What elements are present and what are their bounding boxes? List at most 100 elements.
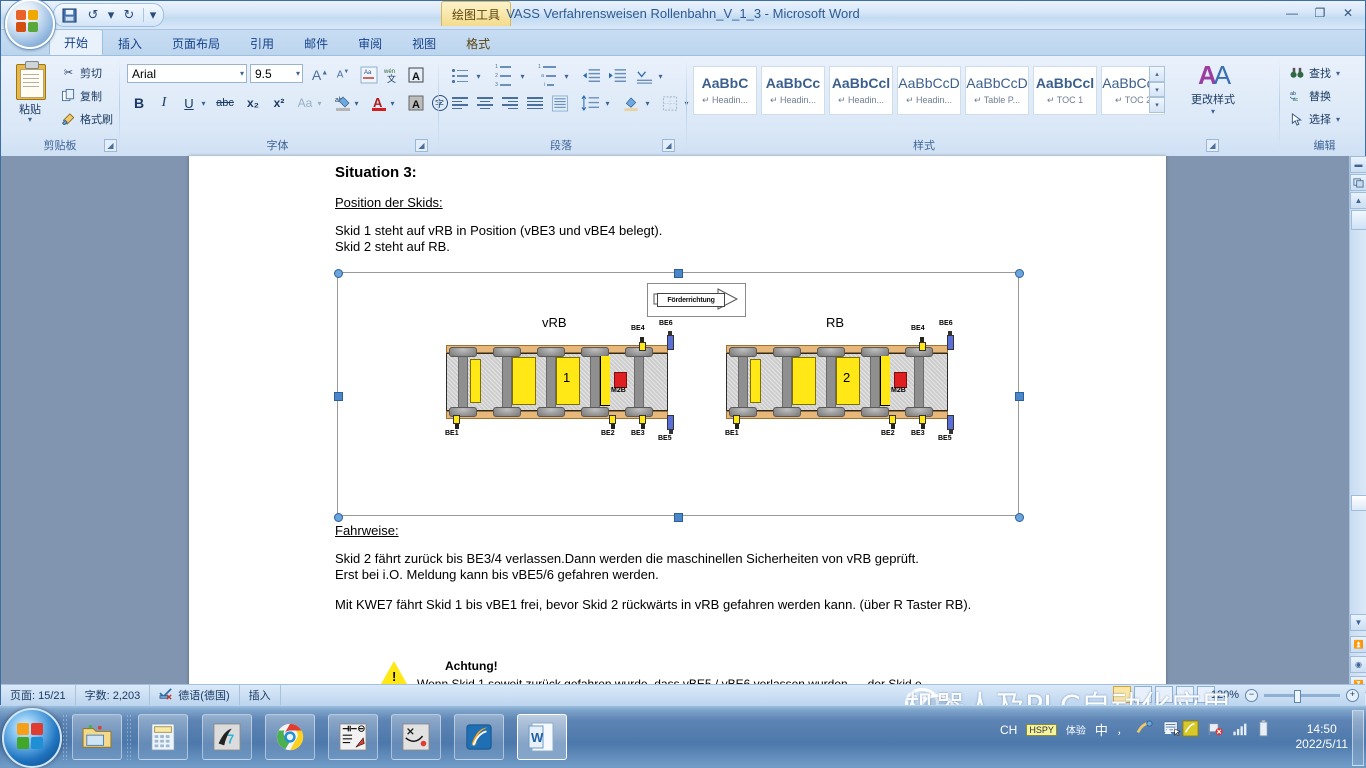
change-case-caret[interactable]: ▾ <box>313 91 326 115</box>
format-painter-button[interactable]: 格式刷 <box>57 108 117 129</box>
scrollbar-thumb[interactable] <box>1351 495 1366 511</box>
selection-handle-bc[interactable] <box>674 513 683 522</box>
paragraph-dialog-launcher[interactable]: ◢ <box>662 139 675 152</box>
ime-tools-icon[interactable] <box>1136 720 1154 739</box>
styles-more[interactable]: ▾ <box>1149 97 1165 114</box>
tab-mailings[interactable]: 邮件 <box>289 31 343 55</box>
vertical-scrollbar[interactable]: ▬ ▲ ▼ ⏫ ◉ ⏬ <box>1349 156 1366 707</box>
tab-page-layout[interactable]: 页面布局 <box>157 31 235 55</box>
style-item-4[interactable]: AaBbCcD ↵ Table P... <box>965 66 1029 115</box>
find-button[interactable]: 查找 ▾ <box>1285 62 1344 84</box>
style-item-5[interactable]: AaBbCcl ↵ TOC 1 <box>1033 66 1097 115</box>
character-border-button[interactable]: A <box>404 63 428 87</box>
align-left-icon[interactable] <box>447 91 473 115</box>
tab-home[interactable]: 开始 <box>49 29 104 55</box>
scroll-up-button[interactable]: ▲ <box>1350 192 1366 209</box>
style-item-3[interactable]: AaBbCcD ↵ Headin... <box>897 66 961 115</box>
taskbar-chrome-button[interactable] <box>265 714 315 760</box>
font-color-caret[interactable]: ▾ <box>386 91 399 115</box>
zoom-slider[interactable] <box>1264 689 1340 703</box>
restore-button[interactable]: ❐ <box>1307 3 1333 22</box>
shrink-font-button[interactable]: A▼ <box>331 63 355 87</box>
selection-handle-tl[interactable] <box>334 269 343 278</box>
bullet-list-icon[interactable] <box>447 64 473 88</box>
selection-handle-tc[interactable] <box>674 269 683 278</box>
clipboard-dialog-launcher[interactable]: ◢ <box>104 139 117 152</box>
style-item-1[interactable]: AaBbCc ↵ Headin... <box>761 66 825 115</box>
taskbar-onenote-button[interactable] <box>454 714 504 760</box>
taskbar-word-button[interactable]: W <box>517 714 567 760</box>
status-insert-mode[interactable]: 插入 <box>240 685 281 705</box>
styles-dialog-launcher[interactable]: ◢ <box>1206 139 1219 152</box>
italic-button[interactable]: I <box>152 91 176 115</box>
align-center-icon[interactable] <box>472 91 498 115</box>
quicklaunch-grip-2[interactable] <box>126 714 132 760</box>
tray-signal-icon[interactable] <box>1232 721 1249 740</box>
font-name-caret[interactable]: ▾ <box>240 69 244 78</box>
paste-caret[interactable]: ▾ <box>28 116 32 124</box>
increase-indent-icon[interactable] <box>604 64 630 88</box>
underline-caret[interactable]: ▾ <box>197 91 210 115</box>
align-right-icon[interactable] <box>497 91 523 115</box>
zoom-in-button[interactable]: + <box>1346 688 1359 702</box>
tray-app-icon[interactable] <box>1182 720 1199 740</box>
scroll-down-button[interactable]: ▼ <box>1350 614 1366 631</box>
qat-customize-caret[interactable]: ▾ <box>147 6 159 24</box>
font-size-caret[interactable]: ▾ <box>296 69 300 78</box>
scrollbar-thumb-top[interactable] <box>1351 210 1366 230</box>
numbered-list-caret[interactable]: ▾ <box>516 64 529 88</box>
taskbar-app-seven-button[interactable]: 7 <box>202 714 252 760</box>
style-item-2[interactable]: AaBbCcl ↵ Headin... <box>829 66 893 115</box>
cut-button[interactable]: ✂ 剪切 <box>57 62 106 83</box>
status-language[interactable]: 德语(德国) <box>150 685 240 705</box>
scroll-split-button[interactable]: ▬ <box>1350 156 1366 173</box>
tab-references[interactable]: 引用 <box>235 31 289 55</box>
office-button[interactable] <box>5 0 55 49</box>
bullet-list-caret[interactable]: ▾ <box>472 64 485 88</box>
zoom-out-button[interactable]: − <box>1245 688 1258 702</box>
paste-button[interactable]: 粘贴 ▾ <box>7 60 53 130</box>
shading-caret[interactable]: ▾ <box>641 91 654 115</box>
selection-handle-mr[interactable] <box>1015 392 1024 401</box>
font-size-input[interactable]: 9.5 ▾ <box>250 64 303 83</box>
tab-insert[interactable]: 插入 <box>103 31 157 55</box>
phonetic-wen-button[interactable]: wén 文 <box>380 63 404 87</box>
selection-handle-ml[interactable] <box>334 392 343 401</box>
font-name-input[interactable]: Arial ▾ <box>127 64 247 83</box>
change-styles-button[interactable]: AA 更改样式 ▾ <box>1185 62 1241 134</box>
tab-review[interactable]: 审阅 <box>343 31 397 55</box>
multilevel-list-icon[interactable]: 1ai <box>533 64 561 88</box>
tray-expand-icon[interactable]: ▲ <box>1162 723 1174 737</box>
phonetic-guide-button[interactable]: Aa <box>357 63 381 87</box>
style-item-0[interactable]: AaBbC ↵ Headin... <box>693 66 757 115</box>
tab-view[interactable]: 视图 <box>397 31 451 55</box>
tray-battery-icon[interactable] <box>1257 719 1270 740</box>
select-browse-object-button[interactable]: ◉ <box>1350 656 1366 673</box>
tab-format[interactable]: 格式 <box>451 31 505 55</box>
styles-scroll-down[interactable]: ▾ <box>1149 81 1165 98</box>
line-spacing-icon[interactable] <box>577 91 603 115</box>
taskbar-explorer-button[interactable] <box>72 714 122 760</box>
ime-indicator[interactable]: CH HSPY 体验 中 ， <box>1000 720 1181 739</box>
justify-icon[interactable] <box>522 91 548 115</box>
close-button[interactable]: ✕ <box>1335 3 1361 22</box>
select-caret[interactable]: ▾ <box>1336 115 1340 124</box>
redo-icon[interactable]: ↻ <box>118 6 140 24</box>
bold-button[interactable]: B <box>127 91 151 115</box>
taskbar-plc-ladder-button[interactable] <box>328 714 378 760</box>
tray-network-error-icon[interactable] <box>1207 721 1224 740</box>
selection-handle-bl[interactable] <box>334 513 343 522</box>
line-spacing-caret[interactable]: ▾ <box>601 91 614 115</box>
character-shading-button[interactable]: A <box>404 91 428 115</box>
status-page[interactable]: 页面: 15/21 <box>1 685 76 705</box>
distribute-icon[interactable] <box>547 91 573 115</box>
styles-scroll-up[interactable]: ▴ <box>1149 66 1165 82</box>
undo-icon[interactable]: ↺ <box>82 6 104 24</box>
superscript-button[interactable]: x² <box>267 91 291 115</box>
save-icon[interactable] <box>58 6 80 24</box>
minimize-button[interactable]: — <box>1279 3 1305 22</box>
subscript-button[interactable]: x₂ <box>241 91 265 115</box>
taskbar-calculator-button[interactable] <box>138 714 188 760</box>
replace-button[interactable]: ab ac 替换 <box>1285 85 1335 107</box>
start-button[interactable] <box>2 708 62 768</box>
